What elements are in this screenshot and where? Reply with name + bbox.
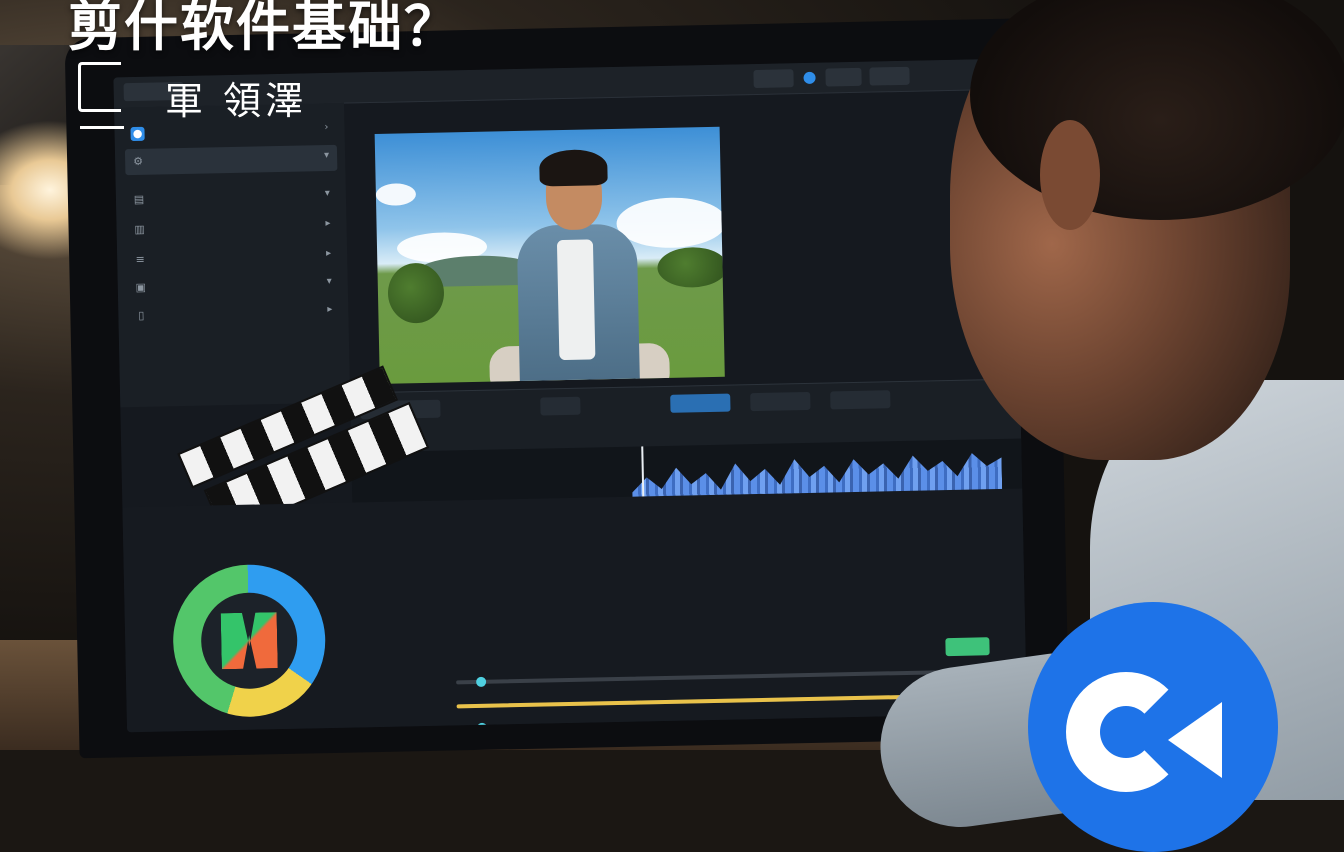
video-preview[interactable] (375, 127, 725, 384)
tree (387, 263, 444, 324)
man-tshirt (557, 239, 596, 360)
page-title: 剪什软件基础？ (68, 0, 460, 61)
chevron-down-icon: ▾ (324, 150, 329, 161)
slider-knob[interactable] (476, 677, 486, 687)
image-icon: ▣ (134, 281, 148, 295)
sidebar-item-files[interactable]: ▤ ▾ (126, 183, 338, 213)
cloud (616, 197, 725, 249)
man-hair (539, 149, 608, 186)
sidebar-item-images[interactable]: ▣ ▾ (128, 271, 340, 301)
subtitle-underline (80, 126, 124, 129)
slider-track[interactable] (457, 694, 957, 708)
logo-center (200, 592, 298, 690)
tab-audio[interactable] (750, 392, 810, 411)
camera-icon: ● (130, 127, 144, 141)
toolbar-button-settings[interactable] (869, 67, 909, 86)
badge-play-shape (1168, 702, 1222, 778)
toolbar-button-export[interactable] (753, 69, 793, 88)
sidebar: ● › ⚙ ▾ ▤ ▾ ▥ ▸ ≡ ▸ (114, 103, 350, 408)
chevron-right-icon: ▸ (327, 304, 332, 315)
chevron-right-icon: ▸ (326, 248, 331, 259)
sidebar-item-pages[interactable]: ▯ ▸ (128, 299, 340, 329)
subtitle-bracket (78, 62, 121, 112)
ear (1040, 120, 1100, 230)
tree (657, 247, 725, 288)
toolbar-button-share[interactable] (825, 68, 861, 87)
chevron-right-icon: › (324, 122, 328, 133)
sidebar-item-list[interactable]: ≡ ▸ (127, 243, 339, 273)
cloud (376, 183, 416, 206)
page-icon: ▯ (134, 309, 148, 323)
account-icon[interactable] (803, 72, 815, 84)
chevron-right-icon: ▸ (325, 218, 330, 229)
tab-edit[interactable] (540, 397, 580, 416)
logo-mark (221, 612, 278, 669)
laptop: ● › ⚙ ▾ ▤ ▾ ▥ ▸ ≡ ▸ (65, 18, 1070, 759)
app-logo-icon (172, 563, 327, 718)
gear-icon: ⚙ (131, 155, 145, 169)
chart-icon: ▥ (132, 223, 146, 237)
app-badge-icon (1028, 602, 1278, 852)
video-editor-screen: ● › ⚙ ▾ ▤ ▾ ▥ ▸ ≡ ▸ (113, 59, 1027, 733)
sidebar-item-settings[interactable]: ⚙ ▾ (125, 145, 337, 175)
bottom-panel (122, 488, 1027, 732)
chevron-down-icon: ▾ (325, 188, 330, 199)
sidebar-item-charts[interactable]: ▥ ▸ (126, 213, 338, 243)
list-icon: ≡ (133, 253, 147, 267)
tab-effects[interactable] (830, 390, 890, 409)
slider-track[interactable] (456, 670, 956, 684)
chevron-down-icon: ▾ (327, 276, 332, 287)
tab-timeline[interactable] (670, 394, 730, 413)
slider-fill (457, 695, 907, 708)
subtitle: 軍 領澤 (165, 70, 307, 125)
slider-knob[interactable] (477, 723, 487, 733)
file-icon: ▤ (132, 193, 146, 207)
